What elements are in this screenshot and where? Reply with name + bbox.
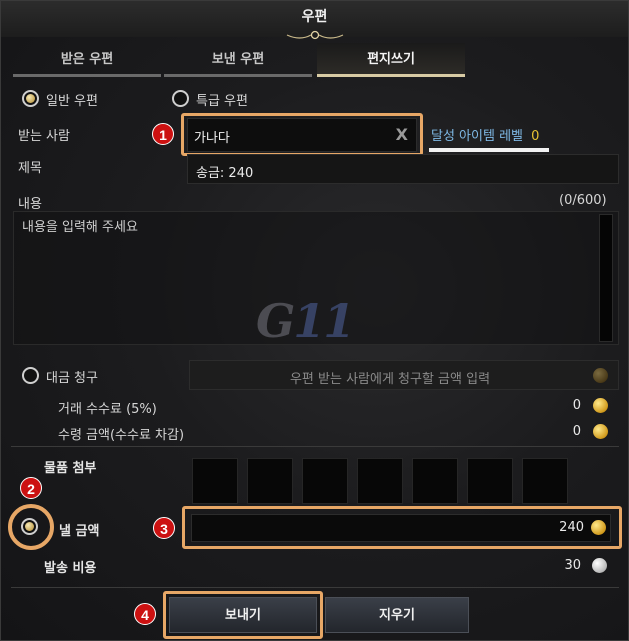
attachment-label: 물품 첨부 (44, 461, 97, 476)
mail-tabs: 받은 우편 보낸 우편 편지쓰기 (13, 43, 619, 79)
attachment-slot-3[interactable] (302, 458, 348, 504)
receive-value: 0 (572, 424, 581, 439)
content-counter: (0/600) (559, 193, 607, 208)
annotation-badge-1: 1 (152, 123, 174, 145)
postage-coin-icon (592, 558, 607, 573)
achievement-underline (429, 148, 549, 152)
normal-mail-radio[interactable] (22, 90, 39, 107)
express-mail-label: 특급 우편 (196, 94, 248, 109)
divider-buttons (11, 587, 619, 588)
send-gold-label: 낼 금액 (59, 524, 100, 539)
cod-placeholder: 우편 받는 사람에게 청구할 금액 입력 (289, 372, 491, 387)
normal-mail-label: 일반 우편 (46, 94, 98, 109)
tab-inbox[interactable]: 받은 우편 (13, 43, 161, 77)
subject-input[interactable]: 송금: 240 (187, 154, 619, 184)
title-ornament-icon (286, 30, 344, 40)
achievement-label: 달성 아이템 레벨 0 (431, 125, 539, 144)
postage-label: 발송 비용 (44, 561, 97, 576)
content-placeholder: 내용을 입력해 주세요 (22, 220, 138, 235)
cod-coin-icon (593, 368, 608, 383)
watermark-letter: G (256, 294, 295, 348)
attachment-slot-1[interactable] (192, 458, 238, 504)
attachment-slot-6[interactable] (467, 458, 513, 504)
annotation-badge-4: 4 (134, 603, 156, 625)
tab-sent[interactable]: 보낸 우편 (164, 43, 312, 77)
achievement-level-label: 달성 아이템 레벨 (431, 129, 523, 144)
clear-button[interactable]: 지우기 (325, 597, 469, 633)
cod-amount-input[interactable]: 우편 받는 사람에게 청구할 금액 입력 (189, 360, 619, 390)
annotation-badge-2: 2 (20, 477, 42, 499)
highlight-recipient (181, 113, 423, 156)
watermark-number: 11 (293, 294, 355, 348)
subject-label: 제목 (18, 161, 42, 176)
express-mail-radio[interactable] (172, 90, 189, 107)
highlight-send-gold (182, 506, 622, 549)
fee-coin-icon (593, 398, 608, 413)
achievement-level-value: 0 (531, 129, 540, 144)
annotation-badge-3: 3 (153, 517, 175, 539)
fee-value: 0 (572, 398, 581, 413)
content-label: 내용 (18, 197, 42, 212)
subject-value: 송금: 240 (196, 166, 254, 181)
receive-label: 수령 금액(수수료 차감) (58, 428, 185, 443)
fee-label: 거래 수수료 (5%) (58, 402, 157, 417)
divider-attachment (11, 446, 619, 447)
send-gold-radio[interactable] (21, 518, 38, 535)
attachment-slot-4[interactable] (357, 458, 403, 504)
attachment-slot-7[interactable] (522, 458, 568, 504)
cod-radio[interactable] (22, 367, 39, 384)
highlight-send-button (163, 591, 323, 639)
mail-window: 우편 받은 우편 보낸 우편 편지쓰기 일반 우편 특급 우편 받는 사람 1 … (0, 0, 629, 641)
recipient-label: 받는 사람 (18, 129, 70, 144)
receive-coin-icon (593, 424, 608, 439)
tab-compose[interactable]: 편지쓰기 (317, 43, 465, 77)
postage-value: 30 (564, 558, 581, 573)
cod-label: 대금 청구 (46, 371, 98, 386)
attachment-slot-5[interactable] (412, 458, 458, 504)
attachment-slot-2[interactable] (247, 458, 293, 504)
content-scrollbar[interactable] (599, 214, 613, 342)
watermark-logo: G11 (256, 294, 355, 348)
